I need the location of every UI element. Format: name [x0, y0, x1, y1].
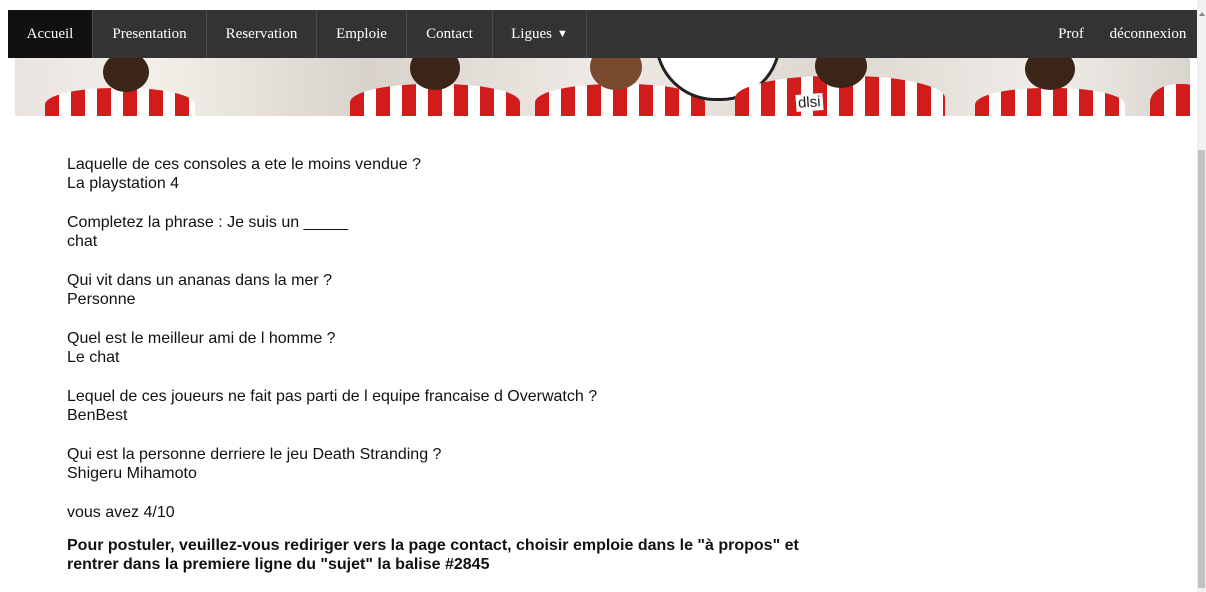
quiz-item: Lequel de ces joueurs ne fait pas parti … [67, 387, 827, 425]
nav-contact[interactable]: Contact [407, 10, 493, 58]
quiz-answer: chat [67, 233, 98, 250]
quiz-item: Completez la phrase : Je suis un _____ c… [67, 213, 827, 251]
quiz-question: Quel est le meilleur ami de l homme ? [67, 330, 336, 347]
header-banner-image: dlsi [15, 58, 1190, 116]
nav-emploie-label: Emploie [336, 25, 387, 42]
sponsor-logo: dlsi [795, 93, 824, 112]
quiz-item: Quel est le meilleur ami de l homme ? Le… [67, 329, 827, 367]
quiz-score: vous avez 4/10 [67, 504, 175, 521]
nav-accueil-label: Accueil [26, 25, 74, 42]
player-shirt [45, 88, 195, 116]
quiz-item: Qui est la personne derriere le jeu Deat… [67, 445, 827, 483]
quiz-answer: Shigeru Mihamoto [67, 465, 197, 482]
quiz-answer: BenBest [67, 407, 128, 424]
player-head [103, 58, 149, 92]
nav-accueil[interactable]: Accueil [8, 10, 93, 58]
nav-prof-label: Prof [1058, 25, 1084, 42]
quiz-item: Laquelle de ces consoles a ete le moins … [67, 155, 827, 193]
nav-deconnexion[interactable]: déconnexion [1099, 10, 1197, 58]
quiz-item: Qui vit dans un ananas dans la mer ? Per… [67, 271, 827, 309]
application-instructions: Pour postuler, veuillez-vous rediriger v… [67, 537, 799, 573]
nav-contact-label: Contact [426, 25, 473, 42]
quiz-question: Qui est la personne derriere le jeu Deat… [67, 446, 442, 463]
quiz-results: Laquelle de ces consoles a ete le moins … [67, 155, 827, 574]
nav-reservation-label: Reservation [225, 25, 298, 42]
quiz-answer: Personne [67, 291, 136, 308]
player-head [1025, 58, 1075, 90]
scroll-up-arrow-icon[interactable] [1199, 12, 1205, 16]
page-scrollbar[interactable] [1197, 0, 1206, 592]
nav-reservation[interactable]: Reservation [207, 10, 317, 58]
quiz-question: Completez la phrase : Je suis un _____ [67, 214, 349, 231]
player-shirt [1150, 84, 1190, 116]
nav-ligues-label: Ligues [511, 25, 552, 42]
nav-emploie[interactable]: Emploie [317, 10, 407, 58]
quiz-question: Qui vit dans un ananas dans la mer ? [67, 272, 333, 289]
scrollbar-thumb[interactable] [1198, 150, 1205, 588]
quiz-question: Laquelle de ces consoles a ete le moins … [67, 156, 422, 173]
nav-ligues-dropdown[interactable]: Ligues ▼ [493, 10, 587, 58]
quiz-answer: La playstation 4 [67, 175, 180, 192]
top-navbar: Accueil Presentation Reservation Emploie… [8, 10, 1197, 58]
nav-presentation-label: Presentation [112, 25, 187, 42]
nav-deconnexion-label: déconnexion [1109, 25, 1187, 42]
nav-presentation[interactable]: Presentation [93, 10, 207, 58]
nav-prof[interactable]: Prof [1043, 10, 1099, 58]
caret-down-icon: ▼ [556, 28, 568, 40]
player-shirt [975, 88, 1125, 116]
quiz-question: Lequel de ces joueurs ne fait pas parti … [67, 388, 598, 405]
quiz-answer: Le chat [67, 349, 120, 366]
